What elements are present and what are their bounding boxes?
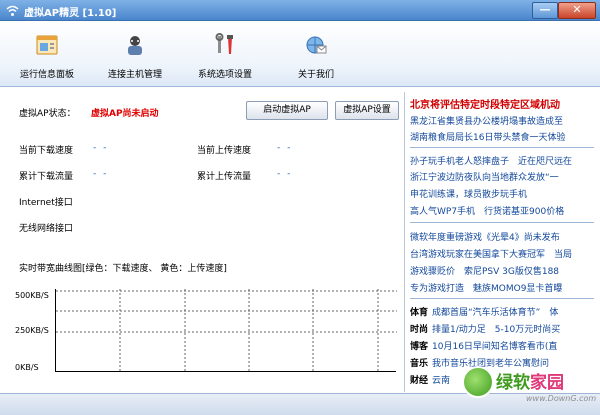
watermark-logo-icon (462, 366, 494, 398)
news-category-item[interactable]: 体育 成都首届“汽车乐活体育节” 体 (410, 305, 594, 318)
ytick-label: 500KB/S (15, 291, 49, 300)
tool-label: 系统选项设置 (197, 70, 252, 80)
total-upload-label: 累计上传流量 (197, 172, 252, 182)
news-category-text: 成都首届“汽车乐活体育节” 体 (432, 308, 559, 318)
news-category-text: 排量1/动力足 5-10万元时尚买 (432, 325, 561, 335)
news-category-text: 10月16日早间知名博客看市(直 (432, 342, 558, 352)
internet-interface-label: Internet接口 (19, 198, 73, 208)
tools-icon (215, 33, 233, 54)
watermark-brand-green: 绿软 (496, 373, 530, 393)
download-speed-label: 当前下载速度 (19, 146, 74, 156)
wireless-interface-label: 无线网络接口 (19, 224, 74, 234)
ytick-label: 0KB/S (15, 363, 39, 372)
news-item[interactable]: 浙江宁波边防夜队向当地群众发放“一 (410, 170, 594, 183)
news-headline[interactable]: 北京将评估特定时段特定区域机动 (410, 96, 594, 111)
news-divider (410, 298, 594, 299)
news-divider (410, 222, 594, 223)
news-category: 体育 (410, 308, 429, 318)
watermark-brand-pink: 家园 (530, 373, 564, 393)
window-panel-icon (36, 35, 58, 55)
user-host-icon (128, 36, 142, 55)
news-category-text: 云南 (432, 376, 451, 386)
tool-label: 连接主机管理 (107, 70, 162, 80)
tool-system-options[interactable]: 系统选项设置 (192, 25, 258, 83)
news-category: 音乐 (410, 359, 429, 369)
news-category: 财经 (410, 376, 429, 386)
upload-speed-value: - - (277, 143, 293, 153)
globe-mail-icon (306, 36, 327, 54)
site-watermark: 绿软家园 www.DownG.com (462, 364, 598, 412)
news-item[interactable]: 台湾游戏玩家在美国拿下大赛冠军 当局 (410, 247, 594, 260)
run-info-panel: 虚拟AP状态： 虚拟AP尚未启动 启动虚拟AP 虚拟AP设置 当前下载速度 - … (11, 94, 401, 386)
news-item[interactable]: 游戏骤贬价 索尼PSV 3G版仅售188 (410, 264, 594, 277)
news-divider (410, 147, 594, 148)
news-item[interactable]: 孙子玩手机老人怒摔盘子 近在咫尺远在 (410, 154, 594, 167)
start-ap-button[interactable]: 启动虚拟AP (246, 101, 328, 120)
chart-title: 实时带宽曲线图[绿色：下载速度、 黄色：上传速度] (19, 264, 227, 274)
wifi-icon (6, 5, 19, 16)
news-item[interactable]: 高人气WP7手机 行货诺基亚900价格 (410, 204, 594, 217)
window-title: 虚拟AP精灵 [1.10] (24, 8, 117, 19)
tool-host-management[interactable]: 连接主机管理 (102, 25, 168, 83)
watermark-brand: 绿软家园 (496, 368, 564, 393)
tool-run-info-panel[interactable]: 运行信息面板 (10, 25, 84, 83)
ap-status-value: 虚拟AP尚未启动 (91, 109, 159, 119)
bandwidth-chart (55, 289, 397, 372)
news-panel: 北京将评估特定时段特定区域机动 黑龙江省集贤县办公楼坍塌事故造成至 湖南粮食局局… (404, 92, 596, 392)
toolbar: 运行信息面板 连接主机管理 系统选项设置 关于我们 (0, 21, 600, 87)
news-category: 博客 (410, 342, 429, 352)
ap-status-label: 虚拟AP状态： (19, 109, 76, 119)
download-speed-value: - - (93, 143, 109, 153)
news-item[interactable]: 湖南粮食局局长16日带头禁食一天体验 (410, 130, 594, 143)
close-button[interactable]: ✕ (558, 2, 596, 19)
minimize-button[interactable]: — (532, 2, 558, 19)
news-item[interactable]: 微软年度重磅游戏《光晕4》尚未发布 (410, 230, 594, 243)
news-item[interactable]: 申花训练课，球员散步玩手机 (410, 187, 594, 200)
total-download-label: 累计下载流量 (19, 172, 74, 182)
total-upload-value: - - (277, 169, 293, 179)
news-category-item[interactable]: 博客 10月16日早间知名博客看市(直 (410, 339, 594, 352)
watermark-url: www.DownG.com (526, 394, 597, 403)
news-category-item[interactable]: 时尚 排量1/动力足 5-10万元时尚买 (410, 322, 594, 335)
tool-about-us[interactable]: 关于我们 (286, 25, 346, 83)
title-bar: 虚拟AP精灵 [1.10] — ✕ (0, 0, 600, 21)
ytick-label: 250KB/S (15, 326, 49, 335)
bandwidth-chart-grid (56, 289, 397, 372)
ap-settings-button[interactable]: 虚拟AP设置 (335, 101, 399, 120)
upload-speed-label: 当前上传速度 (197, 146, 252, 156)
news-category: 时尚 (410, 325, 429, 335)
news-item[interactable]: 专为游戏打造 魅族MOMO9显卡首曝 (410, 281, 594, 294)
tool-label: 运行信息面板 (19, 70, 74, 80)
news-item[interactable]: 黑龙江省集贤县办公楼坍塌事故造成至 (410, 114, 594, 127)
total-download-value: - - (93, 169, 109, 179)
tool-label: 关于我们 (297, 70, 334, 80)
